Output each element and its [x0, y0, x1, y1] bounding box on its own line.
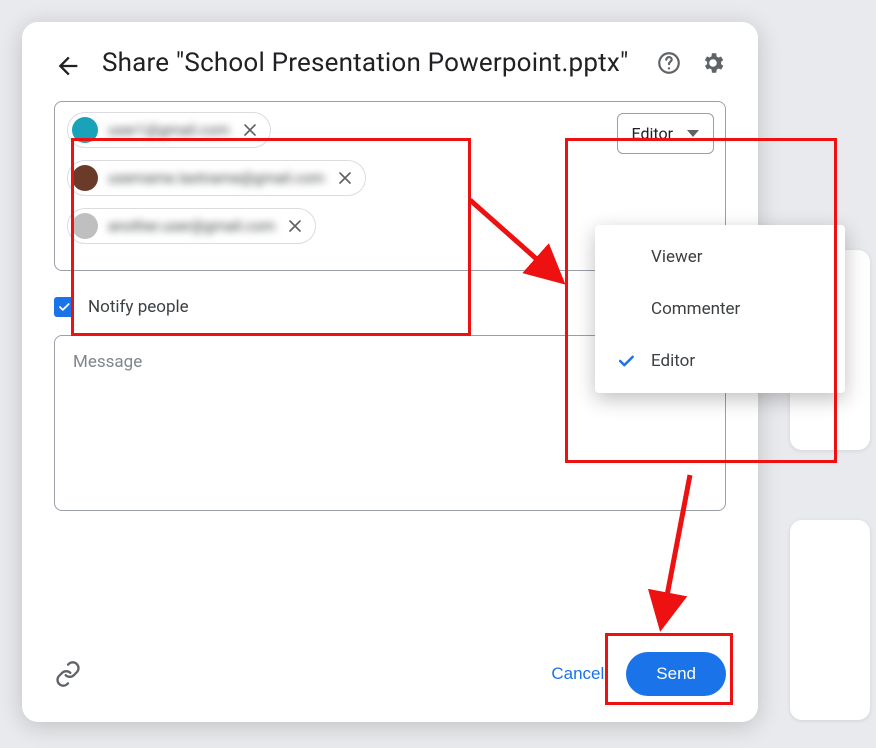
role-option-editor[interactable]: Editor: [595, 335, 845, 387]
recipient-chip[interactable]: user1@gmail.com: [67, 112, 271, 148]
recipient-email: user1@gmail.com: [108, 121, 230, 139]
check-icon: [615, 351, 637, 371]
close-icon[interactable]: [335, 168, 355, 188]
role-dropdown-menu: Viewer Commenter Editor: [595, 225, 845, 393]
role-option-label: Editor: [651, 351, 695, 371]
close-icon[interactable]: [240, 120, 260, 140]
gear-icon[interactable]: [700, 50, 726, 76]
send-button[interactable]: Send: [626, 652, 726, 696]
recipient-email: username.lastname@gmail.com: [108, 169, 325, 187]
role-option-commenter[interactable]: Commenter: [595, 283, 845, 335]
cancel-button[interactable]: Cancel: [529, 654, 626, 694]
link-icon[interactable]: [54, 660, 82, 688]
message-placeholder: Message: [73, 352, 142, 372]
dialog-footer: Cancel Send: [54, 652, 726, 696]
avatar: [72, 213, 98, 239]
notify-label: Notify people: [88, 297, 189, 317]
dialog-title: Share "School Presentation Powerpoint.pp…: [102, 46, 636, 81]
avatar: [72, 165, 98, 191]
help-icon[interactable]: [656, 50, 682, 76]
role-option-viewer[interactable]: Viewer: [595, 231, 845, 283]
avatar: [72, 117, 98, 143]
role-option-label: Commenter: [651, 299, 740, 319]
back-icon[interactable]: [54, 52, 82, 80]
role-option-label: Viewer: [651, 247, 703, 267]
notify-checkbox[interactable]: [54, 297, 74, 317]
check-icon: [57, 300, 71, 314]
role-dropdown-button[interactable]: Editor: [617, 113, 714, 154]
role-selected-label: Editor: [632, 124, 673, 143]
recipient-chip[interactable]: username.lastname@gmail.com: [67, 160, 366, 196]
header-icons: [656, 50, 726, 76]
recipient-email: another.user@gmail.com: [108, 217, 275, 235]
recipient-chip[interactable]: another.user@gmail.com: [67, 208, 316, 244]
chevron-down-icon: [687, 130, 699, 137]
close-icon[interactable]: [285, 216, 305, 236]
background-tile: [790, 520, 870, 720]
dialog-header: Share "School Presentation Powerpoint.pp…: [54, 46, 726, 81]
